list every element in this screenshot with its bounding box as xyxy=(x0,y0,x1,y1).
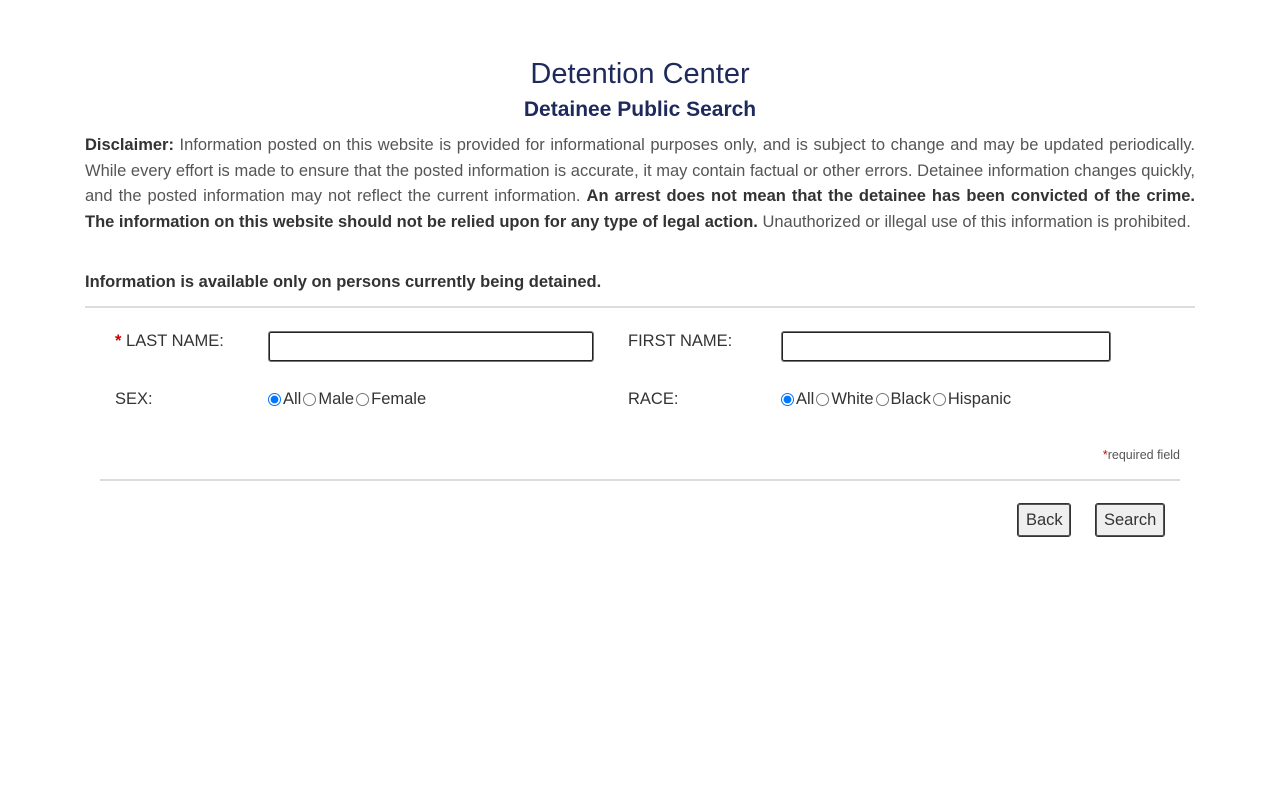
sex-male-label[interactable]: Male xyxy=(318,390,354,409)
race-radio-group: All White Black Hispanic xyxy=(781,390,1013,409)
race-black-radio[interactable] xyxy=(875,393,889,406)
last-name-label: * LAST NAME: xyxy=(115,332,224,351)
divider-bottom xyxy=(100,479,1180,481)
race-white-label[interactable]: White xyxy=(831,390,873,409)
back-button[interactable]: Back xyxy=(1017,503,1071,537)
race-all-label[interactable]: All xyxy=(796,390,814,409)
sex-male-radio[interactable] xyxy=(303,393,317,406)
required-star: * xyxy=(115,332,122,350)
required-note-text: required field xyxy=(1107,448,1180,462)
disclaimer: Disclaimer: Information posted on this w… xyxy=(85,133,1195,235)
race-label: RACE: xyxy=(628,390,679,408)
availability-notice: Information is available only on persons… xyxy=(85,273,602,291)
first-name-label: FIRST NAME: xyxy=(628,332,733,350)
sex-all-radio[interactable] xyxy=(268,393,281,406)
race-black-label[interactable]: Black xyxy=(891,390,931,409)
race-hispanic-radio[interactable] xyxy=(932,393,946,406)
disclaimer-label: Disclaimer: xyxy=(85,136,174,154)
sex-radio-group: All Male Female xyxy=(268,390,428,409)
race-hispanic-label[interactable]: Hispanic xyxy=(948,390,1011,409)
race-all-radio[interactable] xyxy=(781,393,794,406)
first-name-input[interactable] xyxy=(781,331,1111,362)
disclaimer-text-2: Unauthorized or illegal use of this info… xyxy=(757,212,1191,231)
page: Detention Center Detainee Public Search … xyxy=(0,0,1280,800)
required-field-note: *required field xyxy=(1103,448,1180,462)
divider-top xyxy=(85,306,1195,308)
last-name-label-text: LAST NAME: xyxy=(126,332,224,350)
page-title: Detention Center xyxy=(530,58,750,90)
search-button[interactable]: Search xyxy=(1095,503,1165,537)
sex-label: SEX: xyxy=(115,390,153,408)
race-white-radio[interactable] xyxy=(816,393,830,406)
sex-all-label[interactable]: All xyxy=(283,390,301,409)
last-name-input[interactable] xyxy=(268,331,594,362)
sex-female-radio[interactable] xyxy=(356,393,370,406)
page-subtitle: Detainee Public Search xyxy=(523,98,757,121)
sex-female-label[interactable]: Female xyxy=(371,390,426,409)
